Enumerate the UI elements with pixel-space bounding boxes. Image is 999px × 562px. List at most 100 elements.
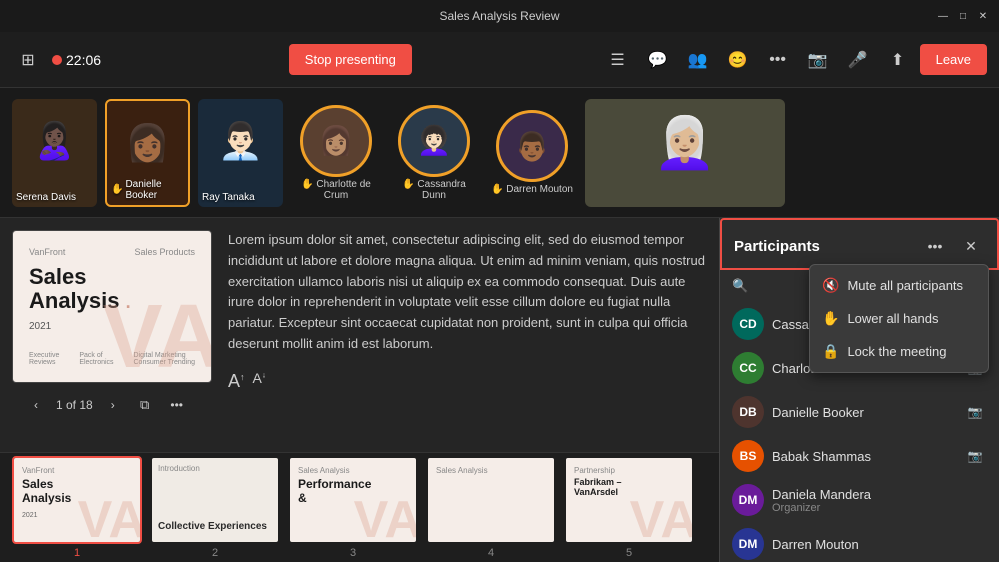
video-circle-cassandra: 👩🏻‍🦱 — [398, 105, 470, 177]
chat-icon[interactable]: 💬 — [640, 42, 676, 78]
video-thumb-serena[interactable]: 🙎🏿‍♀️ Serena Davis — [12, 99, 97, 207]
maximize-button[interactable]: □ — [955, 8, 971, 24]
actions-danielle: 📷 — [963, 400, 987, 424]
thumb-number-2: 2 — [150, 547, 280, 559]
window-controls: — □ ✕ — [935, 8, 991, 24]
mute-all-label: Mute all participants — [847, 278, 963, 293]
more-options-icon[interactable]: ••• — [760, 42, 796, 78]
participants-more-button[interactable]: ••• — [921, 232, 949, 260]
close-button[interactable]: ✕ — [975, 8, 991, 24]
thumbnail-4[interactable]: Sales Analysis 4 — [426, 456, 556, 559]
thumbnail-strip: VanFront SalesAnalysis 2021 VA 1 Introdu… — [0, 452, 719, 562]
avatar-charlotte: CC — [732, 352, 764, 384]
video-thumb-cassandra[interactable]: 👩🏻‍🦱 ✋ Cassandra Dunn — [389, 99, 479, 207]
video-thumb-danielle[interactable]: 👩🏾 ✋ Danielle Booker — [105, 99, 190, 207]
thumb-number-1: 1 — [12, 547, 142, 559]
thumbnail-2[interactable]: Introduction Collective Experiences 2 — [150, 456, 280, 559]
thumbnail-3[interactable]: Sales Analysis Performance& VA 3 — [288, 456, 418, 559]
thumb-slide-1: VanFront SalesAnalysis 2021 VA — [12, 456, 142, 544]
participant-item-danielle[interactable]: DB Danielle Booker 📷 — [720, 390, 999, 434]
role-daniela: Organizer — [772, 502, 979, 514]
camera-icon[interactable]: 📷 — [800, 42, 836, 78]
hand-lower-icon: ✋ — [822, 310, 839, 327]
thumb-number-5: 5 — [564, 547, 694, 559]
thumb-inner-1: VanFront SalesAnalysis 2021 VA — [14, 458, 140, 542]
prev-slide-button[interactable]: ‹ — [24, 393, 48, 417]
share-icon[interactable]: ⬆ — [880, 42, 916, 78]
menu-icon[interactable]: ☰ — [600, 42, 636, 78]
avatar-danielle: DB — [732, 396, 764, 428]
thumbnail-5[interactable]: Partnership Fabrikam –VanArsdel VA 5 — [564, 456, 694, 559]
participants-header: Participants ••• ✕ 🔇 Mute all participan… — [720, 218, 999, 270]
top-bar-actions: ☰ 💬 👥 😊 ••• 📷 🎤 ⬆ Leave — [600, 42, 987, 78]
thumb-slide-4: Sales Analysis — [426, 456, 556, 544]
video-thumb-darren[interactable]: 👨🏾 ✋ Darren Mouton — [487, 99, 577, 207]
avatar-babak: BS — [732, 440, 764, 472]
thumbnail-1[interactable]: VanFront SalesAnalysis 2021 VA 1 — [12, 456, 142, 559]
stop-presenting-button[interactable]: Stop presenting — [289, 44, 412, 75]
participant-label-charlotte: ✋ Charlotte de Crum — [291, 179, 381, 201]
participant-item-babak[interactable]: BS Babak Shammas 📷 — [720, 434, 999, 478]
participants-close-button[interactable]: ✕ — [957, 232, 985, 260]
participant-label-ray: Ray Tanaka — [202, 192, 255, 203]
call-timer: 22:06 — [52, 52, 101, 68]
mute-all-button[interactable]: 🔇 Mute all participants — [810, 269, 988, 302]
slide-bg-letter: VA — [103, 292, 212, 382]
leave-button[interactable]: Leave — [920, 44, 987, 75]
video-thumb-charlotte[interactable]: 👩🏽 ✋ Charlotte de Crum — [291, 99, 381, 207]
thumb-number-4: 4 — [426, 547, 556, 559]
minimize-button[interactable]: — — [935, 8, 951, 24]
name-darren: Darren Mouton — [772, 537, 987, 552]
more-slide-options[interactable]: ••• — [165, 393, 189, 417]
presentation-body-text: Lorem ipsum dolor sit amet, consectetur … — [228, 230, 707, 440]
top-bar: ⊞ 22:06 Stop presenting ☰ 💬 👥 😊 ••• 📷 🎤 … — [0, 32, 999, 88]
thumb-inner-5: Partnership Fabrikam –VanArsdel VA — [566, 458, 692, 542]
participant-item-darren[interactable]: DM Darren Mouton — [720, 522, 999, 562]
participant-label-serena: Serena Davis — [16, 192, 76, 203]
thumb-inner-3: Sales Analysis Performance& VA — [290, 458, 416, 542]
main-area: VanFront Sales Products Sales Analysis .… — [0, 218, 999, 562]
video-strip: 🙎🏿‍♀️ Serena Davis 👩🏾 ✋ Danielle Booker … — [0, 88, 999, 218]
lower-hands-button[interactable]: ✋ Lower all hands — [810, 302, 988, 335]
slide-brand: VanFront — [29, 247, 65, 257]
avatar-darren: DM — [732, 528, 764, 560]
video-circle-darren: 👨🏾 — [496, 110, 568, 182]
participants-panel: Participants ••• ✕ 🔇 Mute all participan… — [719, 218, 999, 562]
search-icon: 🔍 — [732, 278, 748, 294]
thumb-slide-3: Sales Analysis Performance& VA — [288, 456, 418, 544]
mic-off-icon: 🔇 — [822, 277, 839, 294]
participants-title: Participants — [734, 238, 913, 255]
participant-label-darren: ✋ Darren Mouton — [491, 184, 573, 195]
actions-babak: 📷 — [963, 444, 987, 468]
participant-label-danielle: ✋ Danielle Booker — [111, 179, 188, 201]
copy-slide-button[interactable]: ⧉ — [133, 393, 157, 417]
slide-and-text: VanFront Sales Products Sales Analysis .… — [0, 218, 719, 452]
cam-icon-danielle[interactable]: 📷 — [963, 400, 987, 424]
name-danielle: Danielle Booker — [772, 405, 955, 420]
window-title: Sales Analysis Review — [439, 9, 559, 23]
grid-icon[interactable]: ⊞ — [12, 44, 44, 76]
name-daniela: Daniela Mandera — [772, 487, 979, 502]
text-increase-button[interactable]: A↑ — [228, 367, 245, 396]
reaction-icon[interactable]: 😊 — [720, 42, 756, 78]
info-babak: Babak Shammas — [772, 449, 955, 464]
thumb-inner-2: Introduction Collective Experiences — [152, 458, 278, 542]
lock-icon: 🔒 — [822, 343, 839, 360]
slide-main-preview: VanFront Sales Products Sales Analysis .… — [12, 230, 212, 383]
lock-meeting-label: Lock the meeting — [847, 344, 946, 359]
microphone-icon[interactable]: 🎤 — [840, 42, 876, 78]
participants-dropdown-menu: 🔇 Mute all participants ✋ Lower all hand… — [809, 264, 989, 373]
recording-indicator — [52, 55, 62, 65]
thumb-slide-2: Introduction Collective Experiences — [150, 456, 280, 544]
avatar-daniela: DM — [732, 484, 764, 516]
video-thumb-ray[interactable]: 👨🏻‍💼 Ray Tanaka — [198, 99, 283, 207]
info-daniela: Daniela Mandera Organizer — [772, 487, 979, 514]
video-thumb-rightmost[interactable]: 👩🏼‍🦳 — [585, 99, 785, 207]
thumb-slide-5: Partnership Fabrikam –VanArsdel VA — [564, 456, 694, 544]
next-slide-button[interactable]: › — [101, 393, 125, 417]
text-decrease-button[interactable]: A↓ — [253, 367, 266, 396]
cam-icon-babak[interactable]: 📷 — [963, 444, 987, 468]
people-icon[interactable]: 👥 — [680, 42, 716, 78]
lock-meeting-button[interactable]: 🔒 Lock the meeting — [810, 335, 988, 368]
participant-item-daniela[interactable]: DM Daniela Mandera Organizer — [720, 478, 999, 522]
